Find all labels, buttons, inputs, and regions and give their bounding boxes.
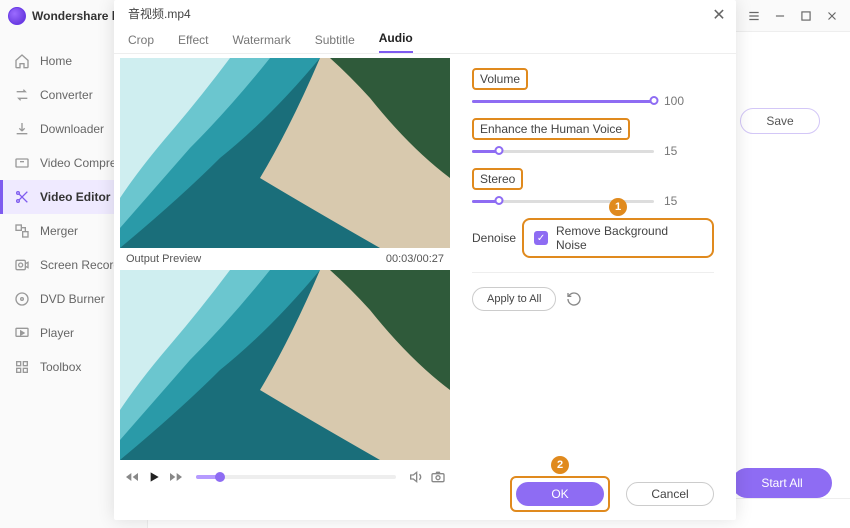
cancel-button[interactable]: Cancel	[626, 482, 714, 506]
ok-button[interactable]: OK	[516, 482, 604, 506]
reset-icon[interactable]	[566, 291, 582, 307]
tab-effect[interactable]: Effect	[178, 33, 208, 53]
beach-thumbnail-icon	[120, 58, 450, 248]
sidebar-item-label: Converter	[40, 88, 93, 102]
beach-thumbnail-icon	[120, 270, 450, 460]
modal-filename: 音视频.mp4	[114, 0, 736, 26]
modal-footer: 2 OK Cancel	[510, 476, 714, 512]
compress-icon	[14, 155, 30, 171]
timeline-slider[interactable]	[196, 475, 396, 479]
volume-value: 100	[664, 94, 692, 108]
next-frame-icon[interactable]	[168, 469, 184, 485]
sidebar-item-label: Downloader	[40, 122, 104, 136]
play-icon	[14, 325, 30, 341]
sidebar-item-label: Player	[40, 326, 74, 340]
sidebar-item-label: Home	[40, 54, 72, 68]
denoise-option-label: Remove Background Noise	[556, 224, 702, 252]
merge-icon	[14, 223, 30, 239]
maximize-icon[interactable]	[798, 8, 814, 24]
denoise-checkbox[interactable]: ✓	[534, 231, 548, 245]
apply-to-all-button[interactable]: Apply to All	[472, 287, 556, 311]
ok-highlight: 2 OK	[510, 476, 610, 512]
callout-2-icon: 2	[551, 456, 569, 474]
sidebar-item-label: Toolbox	[40, 360, 81, 374]
app-name: Wondershare l	[32, 9, 115, 23]
preview-time: 00:03/00:27	[386, 253, 444, 265]
scissors-icon	[14, 189, 30, 205]
play-button-icon[interactable]	[146, 469, 162, 485]
stereo-label: Stereo	[472, 168, 523, 190]
stereo-value: 15	[664, 194, 692, 208]
download-icon	[14, 121, 30, 137]
playback-controls	[120, 460, 450, 494]
sidebar-item-label: DVD Burner	[40, 292, 105, 306]
volume-icon[interactable]	[408, 469, 424, 485]
snapshot-icon[interactable]	[430, 469, 446, 485]
preview-label: Output Preview	[126, 253, 201, 265]
modal-close-icon[interactable]: ✕	[710, 6, 728, 24]
minimize-icon[interactable]	[772, 8, 788, 24]
volume-label: Volume	[472, 68, 528, 90]
disc-icon	[14, 291, 30, 307]
window-close-icon[interactable]	[824, 8, 840, 24]
volume-slider[interactable]	[472, 100, 654, 103]
tab-watermark[interactable]: Watermark	[232, 33, 290, 53]
sidebar-item-label: Merger	[40, 224, 78, 238]
enhance-label: Enhance the Human Voice	[472, 118, 630, 140]
modal-tabs: Crop Effect Watermark Subtitle Audio	[114, 26, 736, 54]
save-button[interactable]: Save	[740, 108, 820, 134]
prev-frame-icon[interactable]	[124, 469, 140, 485]
denoise-label: Denoise	[472, 231, 516, 245]
enhance-slider[interactable]	[472, 150, 654, 153]
enhance-value: 15	[664, 144, 692, 158]
grid-icon	[14, 359, 30, 375]
converter-icon	[14, 87, 30, 103]
app-logo-icon	[8, 7, 26, 25]
preview-column: Output Preview 00:03/00:27	[114, 54, 450, 520]
tab-crop[interactable]: Crop	[128, 33, 154, 53]
callout-1-icon: 1	[609, 198, 627, 216]
tab-audio[interactable]: Audio	[379, 31, 413, 53]
audio-settings: Volume 100 Enhance the Human Voice	[450, 54, 736, 520]
editor-modal: 音视频.mp4 ✕ Crop Effect Watermark Subtitle…	[114, 0, 736, 520]
home-icon	[14, 53, 30, 69]
preview-original[interactable]	[120, 58, 450, 248]
denoise-option-highlight: 1 ✓ Remove Background Noise	[522, 218, 714, 258]
sidebar-item-label: Video Editor	[40, 190, 110, 204]
hamburger-icon[interactable]	[746, 8, 762, 24]
tab-subtitle[interactable]: Subtitle	[315, 33, 355, 53]
stereo-slider[interactable]	[472, 200, 654, 203]
preview-output[interactable]	[120, 270, 450, 460]
start-all-button[interactable]: Start All	[732, 468, 832, 498]
sidebar-item-label: Video Compres	[40, 156, 123, 170]
record-icon	[14, 257, 30, 273]
